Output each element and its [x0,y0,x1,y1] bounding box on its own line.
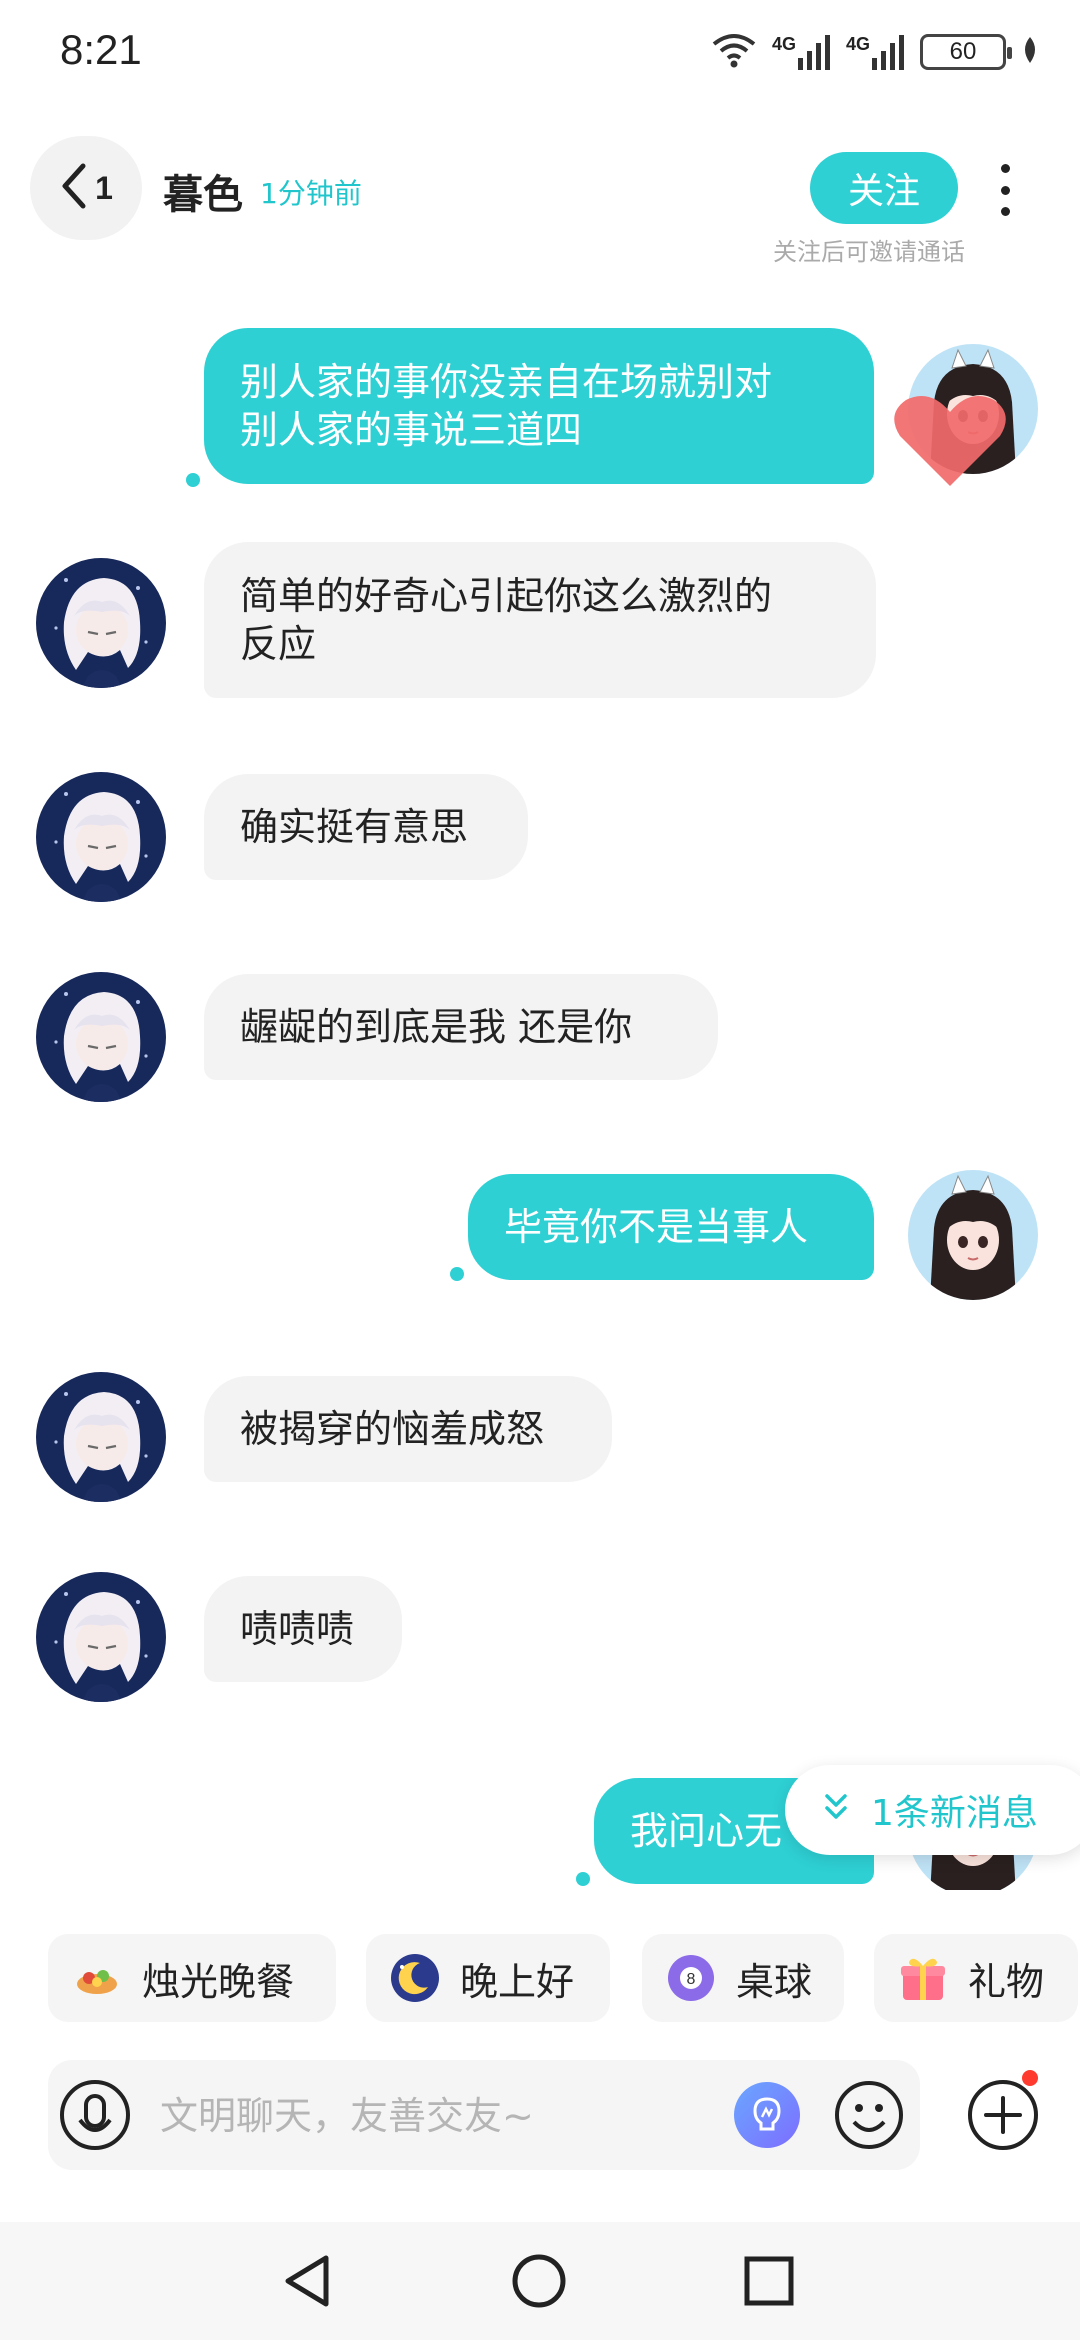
emoji-button[interactable] [832,2078,906,2152]
message-text: 别人家的事你没亲自在场就别对 别人家的事说三道四 [240,360,773,452]
my-avatar[interactable] [908,1170,1038,1300]
more-options-button[interactable] [990,160,1020,220]
message-text: 毕竟你不是当事人 [504,1205,809,1249]
chip-label: 晚上好 [460,1959,575,2004]
signal-icon: 4G [772,34,832,70]
more-dot [1000,164,1010,173]
contact-avatar[interactable] [36,772,166,902]
message-bubble-incoming[interactable]: 啧啧啧 [204,1576,402,1682]
chip-billiards[interactable]: 8 桌球 [642,1934,844,2022]
follow-hint: 关注后可邀请通话 [773,238,965,266]
sent-indicator [186,473,200,487]
notification-dot [1022,2070,1038,2086]
contact-avatar[interactable] [36,558,166,688]
follow-button[interactable]: 关注 [810,152,958,224]
battery-icon: 60 [920,34,1012,70]
status-bar: 8:21 4G 4G 60 [0,0,1080,100]
more-actions-button[interactable] [964,2076,1042,2154]
message-list[interactable]: 别人家的事你没亲自在场就别对 别人家的事说三道四 简单的好奇心引起你这么激烈的 … [0,290,1080,1890]
gift-icon [898,1953,948,2003]
chat-header: 1 暮色 1分钟前 关注 关注后可邀请通话 [0,130,1080,270]
leaf-icon [1020,35,1040,69]
more-dot [1000,207,1010,216]
moon-icon [390,1953,440,2003]
last-seen-status: 1分钟前 [260,177,362,210]
message-bubble-incoming[interactable]: 确实挺有意思 [204,774,528,880]
unread-count: 1 [95,169,113,206]
quick-actions-bar: 烛光晚餐 晚上好 8 桌球 礼物 [0,1934,1080,2024]
nav-back-button[interactable] [272,2246,342,2316]
new-message-label: 1条新消息 [871,1793,1038,1834]
chip-label: 桌球 [736,1959,813,2004]
dinner-icon [72,1953,122,2003]
message-text: 被揭穿的恼羞成怒 [240,1407,545,1451]
svg-text:8: 8 [687,1971,696,1988]
system-nav-bar [0,2222,1080,2340]
message-bubble-incoming[interactable]: 被揭穿的恼羞成怒 [204,1376,612,1482]
back-button[interactable]: 1 [30,136,142,240]
message-text: 简单的好奇心引起你这么激烈的 反应 [240,574,773,666]
chip-label: 礼物 [968,1959,1045,2004]
contact-avatar[interactable] [36,1572,166,1702]
chip-good-evening[interactable]: 晚上好 [366,1934,610,2022]
message-bubble-outgoing[interactable]: 毕竟你不是当事人 [468,1174,874,1280]
chip-candlelight-dinner[interactable]: 烛光晚餐 [48,1934,336,2022]
billiard-ball-icon: 8 [666,1953,716,2003]
chevron-left-icon [59,162,89,214]
contact-avatar[interactable] [36,1372,166,1502]
signal-icon: 4G [846,34,906,70]
sent-indicator [450,1267,464,1281]
status-icons: 4G 4G 60 [710,30,1040,74]
message-input[interactable] [160,2088,720,2144]
message-text: 我问心无 [630,1809,783,1853]
status-time: 8:21 [60,26,142,73]
message-text: 啧啧啧 [240,1607,355,1651]
heart-icon [890,390,1010,494]
wifi-icon [710,30,758,74]
contact-avatar[interactable] [36,972,166,1102]
chip-label: 烛光晚餐 [142,1959,295,2004]
message-text: 确实挺有意思 [240,805,469,849]
message-bubble-incoming[interactable]: 龌龊的到底是我 还是你 [204,974,718,1080]
nav-recents-button[interactable] [734,2246,804,2316]
contact-name[interactable]: 暮色 [163,162,243,220]
message-text: 龌龊的到底是我 还是你 [240,1005,633,1049]
nav-home-button[interactable] [504,2246,574,2316]
message-bubble-incoming[interactable]: 简单的好奇心引起你这么激烈的 反应 [204,542,876,698]
voice-input-button[interactable] [58,2078,132,2152]
ai-assistant-button[interactable] [734,2082,800,2148]
sent-indicator [576,1872,590,1886]
new-message-button[interactable]: 1条新消息 [785,1765,1080,1855]
more-dot [1000,185,1010,195]
double-chevron-down-icon [823,1790,849,1831]
composer-box [48,2060,920,2170]
message-bubble-outgoing[interactable]: 别人家的事你没亲自在场就别对 别人家的事说三道四 [204,328,874,484]
composer-bar [0,2060,1080,2170]
chip-gift[interactable]: 礼物 [874,1934,1078,2022]
